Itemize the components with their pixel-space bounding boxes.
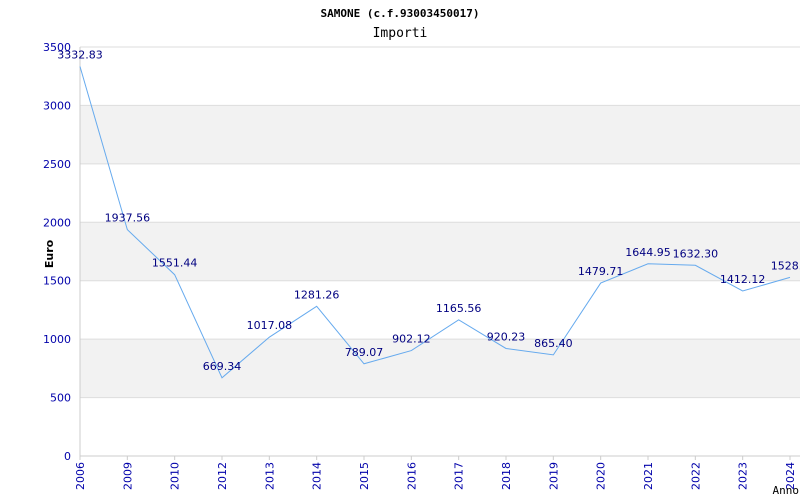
- y-tick-label: 1000: [43, 333, 71, 346]
- data-label: 1165.56: [436, 302, 482, 315]
- data-label: 865.40: [534, 337, 573, 350]
- y-axis-label: Euro: [43, 239, 56, 268]
- band: [80, 339, 800, 398]
- data-label: 1551.44: [152, 257, 198, 270]
- x-tick-label: 2009: [121, 462, 134, 490]
- data-label: 789.07: [345, 346, 384, 359]
- x-tick-label: 2010: [169, 462, 182, 490]
- data-label: 1479.71: [578, 265, 624, 278]
- y-tick-label: 1500: [43, 275, 71, 288]
- data-label: 669.34: [203, 360, 242, 373]
- chart-subtitle: Importi: [373, 26, 428, 41]
- data-label: 1644.95: [625, 246, 671, 259]
- data-label: 920.23: [487, 330, 526, 343]
- y-tick-label: 0: [64, 450, 71, 463]
- band: [80, 47, 800, 106]
- y-tick-label: 500: [50, 392, 71, 405]
- x-tick-label: 2017: [453, 462, 466, 490]
- chart-title: SAMONE (c.f.93003450017): [321, 7, 480, 20]
- band: [80, 397, 800, 456]
- data-label: 1412.12: [720, 273, 766, 286]
- data-label: 1937.56: [105, 212, 151, 225]
- data-label: 1632.30: [673, 247, 719, 260]
- x-tick-label: 2018: [500, 462, 513, 490]
- x-tick-label: 2014: [311, 462, 324, 490]
- y-tick-label: 3000: [43, 99, 71, 112]
- x-tick-label: 2023: [737, 462, 750, 490]
- band: [80, 105, 800, 164]
- x-tick-label: 2022: [689, 462, 702, 490]
- x-tick-label: 2020: [595, 462, 608, 490]
- data-label: 1017.08: [247, 319, 293, 332]
- x-tick-label: 2021: [642, 462, 655, 490]
- x-tick-label: 2019: [547, 462, 560, 490]
- line-chart: 0500100015002000250030003500 2006 2009 201…: [43, 7, 800, 497]
- data-label: 1281.26: [294, 288, 340, 301]
- data-label: 902.12: [392, 333, 431, 346]
- data-label: 3332.83: [57, 49, 103, 62]
- x-tick-label: 2016: [405, 462, 418, 490]
- x-axis-label: Anno: [773, 484, 800, 497]
- x-axis-ticks: 2006 2009 2010 2012 2013 2014 2015 2016 2017 2018…: [74, 456, 797, 490]
- data-label: 1528.5: [771, 259, 800, 272]
- band: [80, 163, 800, 223]
- x-tick-label: 2013: [263, 462, 276, 490]
- y-tick-label: 2000: [43, 216, 71, 229]
- x-tick-label: 2006: [74, 462, 87, 490]
- x-tick-label: 2015: [358, 462, 371, 490]
- y-tick-label: 2500: [43, 158, 71, 171]
- x-tick-label: 2012: [216, 462, 229, 490]
